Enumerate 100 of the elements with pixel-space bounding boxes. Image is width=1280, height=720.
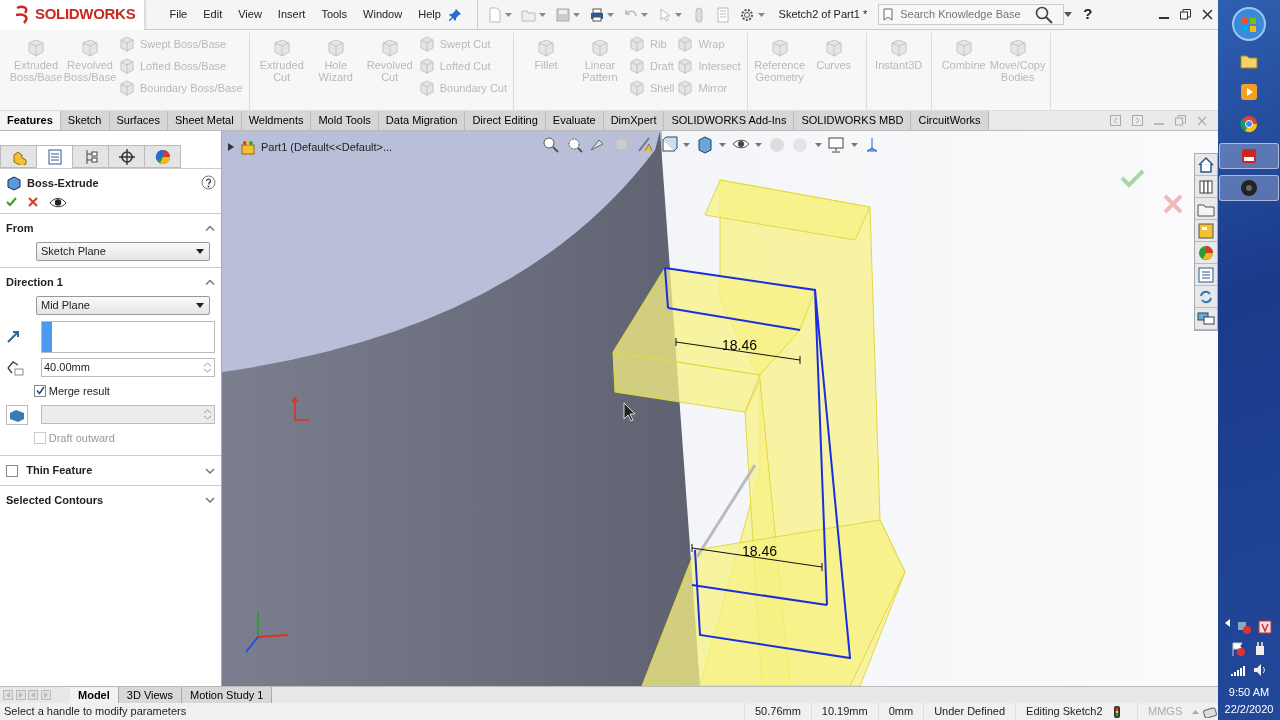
arrow-icon [6,329,20,344]
color-ball-icon[interactable] [1197,243,1215,262]
app-logo: SOLIDWORKS [35,4,136,25]
expand-icon[interactable] [205,497,215,503]
books-icon[interactable] [1197,177,1215,196]
checkbox[interactable] [34,384,46,397]
feature-tree-item[interactable]: Part1 (Default<<Default>... [261,139,393,156]
command-tab[interactable]: Features [0,111,61,130]
menu-item[interactable]: Help [410,6,449,23]
tile-left-icon[interactable] [1110,115,1121,126]
checkbox[interactable] [6,464,18,477]
color-ball-icon [154,148,171,165]
display-style-icon[interactable] [695,136,714,154]
collapse-icon[interactable] [205,225,215,232]
home-icon[interactable] [1197,155,1215,174]
menu-item[interactable]: Edit [195,6,231,23]
help-button[interactable]: ? [1083,3,1093,26]
section-title: Thin Feature [26,463,94,479]
eye-icon[interactable] [48,196,67,208]
close-icon[interactable] [1201,9,1213,20]
restore-icon[interactable] [1179,9,1191,20]
recorder-icon[interactable] [1239,177,1259,198]
expand-icon[interactable] [228,143,234,152]
menu-item[interactable]: Insert [269,6,314,23]
zoom-area-icon[interactable] [565,136,584,154]
command-tab[interactable]: CircuitWorks [911,111,989,130]
caret-icon[interactable] [196,303,204,308]
command-tab[interactable]: Direct Editing [465,111,546,130]
show-hidden-icon[interactable] [1225,619,1230,628]
search-field[interactable]: Search Knowledge Base [898,5,1031,24]
search-icon[interactable] [1035,5,1054,24]
command-tab[interactable]: Mold Tools [311,111,379,130]
status-field: 50.76mm [743,703,811,720]
clock-time[interactable]: 9:50 AM [1224,684,1274,701]
network-error-icon[interactable] [1235,619,1252,636]
depth-field[interactable]: 40.00mm [41,358,215,377]
command-tab[interactable]: Surfaces [109,111,168,130]
section-title: Direction 1 [6,275,64,290]
command-tab[interactable]: Sketch [60,111,110,130]
dimension-label: 18.46 [742,543,778,559]
dynamic-annotation-icon[interactable] [636,136,654,154]
menu-item[interactable]: Window [355,6,411,23]
printer-icon[interactable] [588,6,605,23]
command-tab[interactable]: SOLIDWORKS MBD [794,111,912,130]
bookmark-icon [883,8,894,21]
menu-item[interactable]: Tools [313,6,356,23]
check-icon[interactable] [5,197,17,207]
bottom-tab[interactable]: Model [70,687,119,703]
checkbox-label: Merge result [48,383,110,399]
view-orientation-icon[interactable] [659,136,678,154]
panel-tab[interactable] [108,145,145,168]
selection-field[interactable] [41,320,215,353]
command-tab[interactable]: Sheet Metal [167,111,242,130]
browser-icon[interactable] [1239,113,1259,134]
status-field: 0mm [877,703,924,720]
command-tab[interactable]: Evaluate [545,111,604,130]
dropdown[interactable]: Sketch Plane [36,242,210,261]
zoom-fit-icon[interactable] [542,136,560,154]
chat-icon[interactable] [1197,309,1215,328]
draft-icon[interactable] [6,404,28,425]
menu-item[interactable]: File [161,6,196,23]
media-player-icon[interactable] [1239,82,1259,103]
status-field: 10.19mm [810,703,878,720]
bottom-tab[interactable]: 3D Views [118,687,183,703]
command-tab[interactable]: Weldments [241,111,312,130]
tile-right-icon[interactable] [1132,115,1143,126]
search-box[interactable]: Search Knowledge Base [878,4,1065,25]
command-tab[interactable]: Data Migration [378,111,466,130]
flag-icon[interactable] [1230,640,1247,657]
palette-icon[interactable] [1197,221,1215,240]
antivirus-icon[interactable] [1257,619,1273,636]
list-icon[interactable] [1197,265,1215,284]
pin-icon[interactable] [448,8,461,21]
panel-tab[interactable] [144,145,181,168]
start-button[interactable] [1231,6,1267,42]
depth-icon [6,359,24,376]
bottom-tab[interactable]: Motion Study 1 [182,687,273,703]
dimension-label: 18.46 [722,337,758,353]
chat-icon[interactable] [1202,705,1218,718]
spinner-icon[interactable] [201,360,214,375]
expand-icon[interactable] [205,467,215,474]
command-tab[interactable]: DimXpert [603,111,665,130]
status-message: Select a handle to modify parameters [4,704,188,720]
checkbox-label: Draft outward [48,431,115,446]
clock-date[interactable]: 22/2/2020 [1224,700,1274,718]
cancel-icon[interactable] [27,197,38,207]
display-monitor-icon[interactable] [827,136,845,154]
command-tab[interactable]: SOLIDWORKS Add-Ins [664,111,795,130]
caret-icon[interactable] [1064,12,1073,17]
caret-icon[interactable] [196,249,204,254]
gear-icon[interactable] [739,6,756,23]
spinner-icon[interactable] [201,407,214,422]
menu-item[interactable]: View [230,6,270,23]
draft-angle-field[interactable] [41,405,215,424]
status-field: Editing Sketch2 [1015,703,1113,720]
help-icon[interactable] [200,175,216,191]
cursor-icon [623,402,636,422]
collapse-icon[interactable] [205,279,215,286]
dropdown[interactable]: Mid Plane [36,296,210,315]
check-icon [35,386,45,396]
